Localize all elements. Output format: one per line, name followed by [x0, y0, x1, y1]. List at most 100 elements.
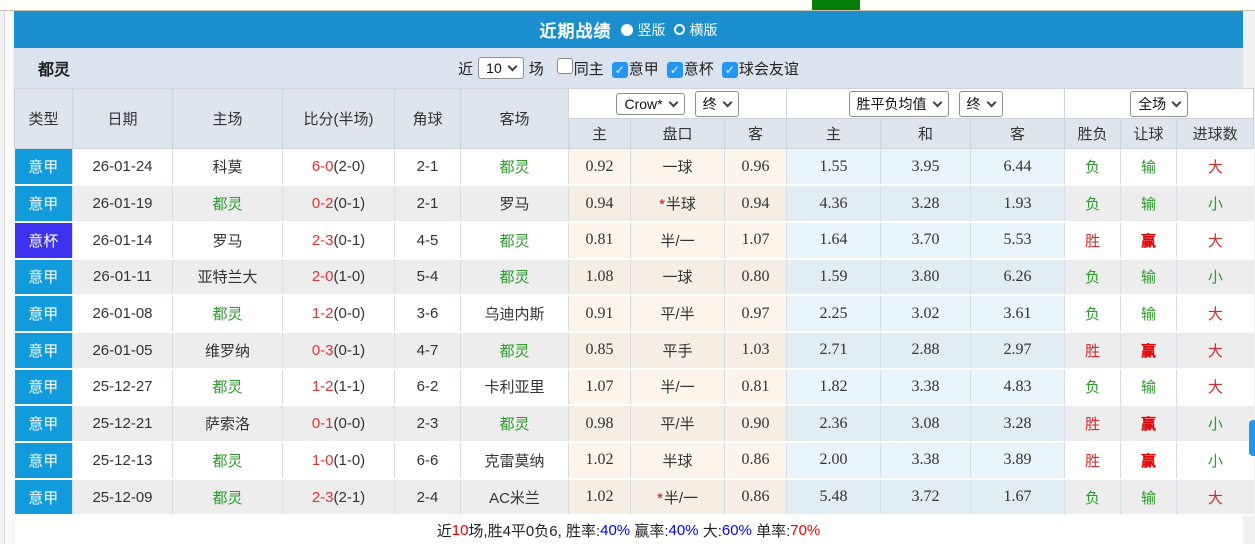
- chevron-down-icon: [722, 97, 733, 107]
- result-cell: 负: [1064, 148, 1121, 187]
- avg-draw-odds: 3.70: [880, 221, 971, 260]
- home-team: 罗马: [172, 221, 283, 260]
- summary-segment: 40%: [668, 522, 699, 540]
- odds-time-select[interactable]: 终: [694, 90, 739, 117]
- handicap-result-cell: 赢: [1120, 405, 1177, 443]
- crow-away-odds: 0.86: [723, 442, 787, 480]
- panel-title: 近期战绩: [539, 22, 612, 41]
- match-score: 0-2(0-1): [282, 185, 395, 223]
- corner-score: 2-1: [394, 185, 461, 223]
- home-team: 都灵: [172, 368, 283, 407]
- avg-away-odds: 3.89: [970, 442, 1065, 480]
- checkbox-意甲[interactable]: ✓: [611, 61, 628, 78]
- radio-horizontal-view[interactable]: 横版: [673, 20, 718, 40]
- goals-cell: 小: [1176, 185, 1254, 223]
- handicap-text: 半/一: [663, 489, 698, 507]
- table-row: 意甲 26-01-11 亚特兰大 2-0(1-0) 5-4 都灵 1.08 一球 0.80 1.5…: [14, 258, 1254, 297]
- left-gutter: [0, 11, 14, 544]
- radio-icon[interactable]: [620, 23, 633, 36]
- avg-type-select[interactable]: 胜平负均值: [848, 90, 949, 117]
- scope-select[interactable]: 全场: [1130, 90, 1189, 117]
- crow-away-odds: 0.90: [723, 405, 787, 443]
- avg-away-odds: 1.67: [970, 478, 1065, 517]
- summary-segment: 70%: [790, 522, 821, 540]
- bookmaker-select[interactable]: Crow*: [616, 92, 685, 115]
- score-halftime: (0-1): [333, 231, 366, 249]
- checkbox-意杯[interactable]: ✓: [666, 61, 683, 78]
- goals-cell: 大: [1176, 368, 1254, 407]
- league-badge: 意甲: [14, 148, 73, 187]
- home-team: 都灵: [172, 478, 283, 517]
- handicap-result-cell: 输: [1120, 478, 1177, 517]
- corner-score: 2-1: [394, 148, 461, 187]
- goals-cell: 大: [1176, 295, 1254, 333]
- avg-home-odds: 1.55: [786, 148, 881, 187]
- score-halftime: (2-0): [333, 158, 366, 176]
- goals-cell: 小: [1176, 258, 1254, 297]
- team-name: 都灵: [38, 62, 71, 79]
- match-date: 25-12-13: [72, 442, 173, 480]
- crow-home-odds: 0.81: [568, 221, 631, 260]
- match-score: 6-0(2-0): [282, 148, 395, 187]
- handicap-line: 一球: [630, 148, 725, 187]
- subcol-odds-away: 客: [723, 118, 788, 149]
- result-cell: 胜: [1064, 442, 1121, 480]
- table-row: 意甲 25-12-21 萨索洛 0-1(0-0) 2-3 都灵 0.98 平/半 0.90 2.3…: [14, 405, 1254, 443]
- match-date: 25-12-21: [72, 405, 173, 443]
- score-halftime: (1-0): [333, 268, 366, 286]
- crow-away-odds: 1.07: [723, 221, 787, 260]
- avg-draw-odds: 3.38: [880, 368, 971, 407]
- avg-away-odds: 6.44: [970, 148, 1065, 187]
- handicap-line: 平/半: [630, 405, 725, 443]
- handicap-text: 一球: [662, 159, 693, 177]
- summary-segment: 近: [436, 523, 452, 541]
- summary-line: 近 10 场,胜4平0负6, 胜率: 40% 赢率: 40% 大: 60% 单率: 70%: [14, 516, 1243, 544]
- radio-vertical-view[interactable]: 竖版: [620, 20, 666, 40]
- away-team: 都灵: [460, 148, 569, 187]
- top-strip-fragment: [0, 0, 1255, 11]
- checkbox-球会友谊[interactable]: ✓: [721, 61, 738, 78]
- table-header: 类型 日期 主场 比分(半场) 角球 客场 Crow* 终 胜平负均值 终 全场…: [14, 88, 1255, 149]
- result-cell: 胜: [1064, 405, 1121, 443]
- summary-segment: 60%: [721, 522, 752, 540]
- handicap-line: 半/一: [630, 221, 725, 260]
- avg-away-odds: 4.83: [970, 368, 1065, 407]
- subcol-avg-away: 客: [970, 118, 1066, 149]
- radio-horizontal-label[interactable]: 横版: [690, 20, 718, 40]
- recent-count-select[interactable]: 10: [478, 57, 524, 79]
- green-button-fragment: [812, 0, 860, 10]
- radio-vertical-label[interactable]: 竖版: [638, 20, 666, 40]
- score-fulltime: 0-3: [311, 341, 334, 359]
- league-badge: 意甲: [14, 478, 73, 517]
- crow-home-odds: 0.91: [568, 295, 631, 333]
- handicap-text: 半球: [665, 196, 696, 214]
- match-score: 1-0(1-0): [282, 442, 395, 480]
- corner-score: 4-7: [394, 331, 461, 370]
- subcol-winloss: 胜负: [1064, 118, 1122, 149]
- match-date: 26-01-14: [72, 221, 173, 260]
- table-row: 意甲 26-01-05 维罗纳 0-3(0-1) 4-7 都灵 0.85 平手 1.03 2.71…: [14, 331, 1254, 370]
- summary-segment: 单率:: [751, 523, 791, 541]
- radio-icon[interactable]: [673, 24, 685, 35]
- home-team: 萨索洛: [172, 405, 283, 443]
- checkbox-label: 意杯: [683, 60, 714, 78]
- checkbox-同主[interactable]: [556, 57, 573, 74]
- avg-time-select[interactable]: 终: [958, 90, 1003, 117]
- away-team: AC米兰: [460, 478, 569, 517]
- home-team: 都灵: [172, 442, 283, 480]
- handicap-line: 半球: [630, 442, 725, 480]
- goals-cell: 大: [1176, 331, 1254, 370]
- avg-draw-odds: 2.88: [880, 331, 971, 370]
- match-date: 25-12-09: [72, 478, 173, 517]
- match-score: 0-3(0-1): [282, 331, 395, 370]
- league-badge: 意甲: [14, 405, 73, 443]
- avg-home-odds: 1.59: [786, 258, 881, 297]
- crow-away-odds: 0.80: [723, 258, 787, 297]
- filters: 近 10 场 同主 ✓ 意甲 ✓ 意杯 ✓ 球会友谊: [458, 57, 799, 79]
- page: 近期战绩 竖版 横版 都灵 近 10 场 同主 ✓ 意甲 ✓ 意杯 ✓ 球会友谊…: [0, 0, 1255, 544]
- avg-home-odds: 4.36: [786, 185, 881, 223]
- scroll-sliver[interactable]: [1249, 420, 1255, 456]
- score-fulltime: 2-3: [311, 231, 334, 249]
- home-team: 都灵: [172, 295, 283, 333]
- avg-away-odds: 2.97: [970, 331, 1065, 370]
